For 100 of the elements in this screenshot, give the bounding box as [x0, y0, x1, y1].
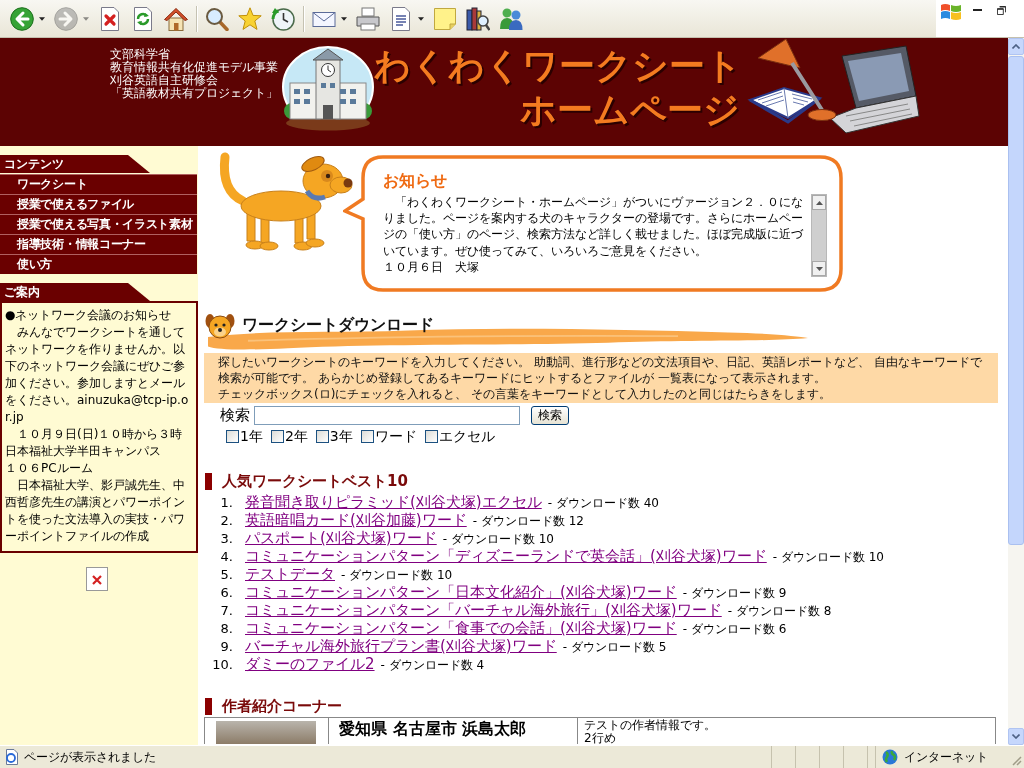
restore-icon: [996, 5, 1006, 15]
status-text: ページが表示されました: [24, 749, 156, 765]
down-arrow-icon: [815, 266, 823, 271]
worksheet-link[interactable]: パスポート(刈谷犬塚)ワード: [245, 529, 437, 547]
checkbox-label: 3年: [329, 428, 353, 445]
search-field[interactable]: [254, 405, 520, 425]
sidebar-heading: コンテンツ: [0, 155, 150, 173]
document-icon: [389, 6, 413, 31]
heading-marker-icon: [205, 473, 212, 490]
scroll-thumb[interactable]: [1008, 56, 1024, 545]
list-number: 3.: [219, 530, 233, 548]
info-paragraph: １０月９日(日)１０時から３時: [16, 426, 184, 443]
scroll-down-button[interactable]: [1008, 728, 1024, 745]
download-count: - ダウンロード数 12: [472, 513, 584, 530]
dog-face-icon: [205, 312, 235, 340]
list-number: 5.: [219, 566, 233, 584]
two-people-icon: [499, 6, 523, 31]
notice-title: お知らせ: [383, 170, 447, 191]
checkbox[interactable]: [424, 430, 438, 443]
house-icon: [164, 6, 188, 31]
download-count: - ダウンロード数 40: [547, 495, 659, 512]
clock-icon: [271, 6, 295, 31]
list-number: 8.: [219, 620, 233, 638]
worksheet-link[interactable]: コミュニケーションパターン「日本文化紹介」(刈谷犬塚)ワード: [245, 583, 677, 601]
up-arrow-icon: [815, 200, 823, 205]
search-label: 検索: [220, 406, 250, 424]
windows-flag-icon: [940, 2, 962, 22]
download-count: - ダウンロード数 4: [380, 657, 485, 674]
list-number: 2.: [219, 512, 233, 530]
sidebar-menu-item[interactable]: 授業で使えるファイル: [0, 194, 197, 214]
download-count: - ダウンロード数 6: [682, 621, 787, 638]
instructions-text: チェックボックス(ロ)にチェックを入れると、 その言葉をキーワードとして入力したのと同じはたらきをします。: [218, 386, 833, 402]
organization-text: 文部科学省 教育情報共有化促進モデル事業 刈谷英語自主研修会 「英語教材共有プロジェクト」: [110, 48, 279, 100]
worksheet-link[interactable]: ダミーのファイル2: [245, 655, 375, 673]
dropdown-caret-icon: [39, 16, 45, 21]
worksheet-link[interactable]: テストデータ: [245, 565, 335, 583]
printer-icon: [356, 6, 380, 31]
checkbox[interactable]: [360, 430, 374, 443]
checkbox-label: 1年: [240, 428, 263, 445]
heading-marker-icon: [205, 698, 212, 715]
worksheet-link[interactable]: 発音聞き取りピラミッド(刈谷犬塚)エクセル: [245, 493, 542, 511]
list-number: 1.: [219, 494, 233, 512]
instructions-text: 探したいワークシートのキーワードを入力してください。 助動詞、進行形などの文法項目や、日記、英語レポートなど、 自由なキーワードで検索が可能です。 あらかじめ登録してあるキーワードにヒットするとファイルが 一覧表になって表示されます。: [218, 354, 983, 386]
info-paragraph: 日本福祉大学半田キャンパス: [5, 443, 162, 460]
download-count: - ダウンロード数 8: [727, 603, 832, 620]
section-heading: ワークシートダウンロード: [242, 315, 434, 335]
section-heading: 作者紹介コーナー: [222, 697, 342, 716]
checkbox[interactable]: [226, 430, 239, 443]
notice-signature: １０月６日 犬塚: [383, 258, 480, 275]
info-paragraph: ●ネットワーク会議のお知らせ: [5, 307, 173, 324]
author-info: テストの作者情報です。 2行め: [583, 718, 717, 744]
checkbox-label: エクセル: [438, 428, 495, 445]
download-count: - ダウンロード数 5: [562, 639, 667, 656]
info-paragraph: 日本福祉大学、影戸誠先生、中西哲彦先生の講演とパワーポイントを使った文法導入の実技・パワーポイントファイルの作成: [5, 477, 186, 545]
list-number: 6.: [219, 584, 233, 602]
refresh-icon: [131, 6, 155, 31]
broken-image-icon: [86, 567, 108, 591]
worksheet-link[interactable]: バーチャル海外旅行プラン書(刈谷犬塚)ワード: [245, 637, 557, 655]
minimize-icon: [972, 8, 982, 12]
sidebar-menu-item[interactable]: 指導技術・情報コーナー: [0, 234, 197, 254]
sticky-note-icon: [433, 6, 457, 31]
sidebar-heading: ご案内: [0, 283, 150, 301]
list-number: 7.: [219, 602, 233, 620]
search-button[interactable]: 検索: [531, 405, 569, 425]
section-heading: 人気ワークシートベスト10: [222, 472, 408, 491]
site-title: わくわくワークシート ホームページ: [374, 44, 740, 132]
page-icon: [4, 749, 20, 765]
worksheet-link[interactable]: 英語暗唱カード(刈谷加藤)ワード: [245, 511, 467, 529]
scroll-down-button[interactable]: [812, 261, 826, 276]
page-cross-icon: [98, 6, 122, 31]
sidebar-menu-item[interactable]: 授業で使える写真・イラスト素材: [0, 214, 197, 234]
worksheet-link[interactable]: コミュニケーションパターン「ディズニーランドで英会話」(刈谷犬塚)ワード: [245, 547, 767, 565]
download-count: - ダウンロード数 10: [442, 531, 554, 548]
dropdown-caret-icon: [83, 16, 89, 21]
search-icon: [205, 6, 229, 31]
scroll-up-button[interactable]: [812, 195, 826, 210]
sidebar-menu-item[interactable]: ワークシート: [0, 174, 197, 194]
list-number: 9.: [219, 638, 233, 656]
checkbox-label: 2年: [284, 428, 308, 445]
page-scrollbar[interactable]: [1008, 38, 1024, 745]
download-count: - ダウンロード数 10: [341, 567, 453, 584]
checkbox[interactable]: [270, 430, 284, 443]
scrollbar[interactable]: [811, 194, 827, 277]
dropdown-caret-icon: [418, 16, 424, 21]
list-number: 4.: [219, 548, 233, 566]
books-magnifier-icon: [466, 6, 490, 31]
resize-grip-icon: [1010, 754, 1022, 766]
list-number: 10.: [211, 656, 233, 674]
zone-text: インターネット: [904, 749, 988, 765]
checkbox-label: ワード: [374, 428, 417, 445]
worksheet-link[interactable]: コミュニケーションパターン「バーチャル海外旅行」(刈谷犬塚)ワード: [245, 601, 722, 619]
scroll-up-button[interactable]: [1008, 38, 1024, 55]
checkbox[interactable]: [315, 430, 329, 443]
info-paragraph: みんなでワークシートを通してネットワークを作りませんか。以下のネットワーク会議にぜひご参加ください。参加しますとメールをください。ainuzuka@tcp-ip.or.jp: [5, 324, 190, 426]
dropdown-caret-icon: [341, 16, 347, 21]
notice-text: 「わくわくワークシート・ホームページ」がついにヴァージョン２．０になりました。ページを案内する犬のキャラクターの登場です。さらにホームページの「使い方」のページ、検索方法など詳しく載せました。ほぼ完成版に近づいています。ぜひ使ってみて、いろいろご意見をください。: [383, 194, 804, 259]
sidebar-menu-item[interactable]: 使い方: [0, 254, 197, 274]
download-count: - ダウンロード数 10: [772, 549, 884, 566]
globe-icon: [882, 749, 898, 765]
worksheet-link[interactable]: コミュニケーションパターン「食事での会話」(刈谷犬塚)ワード: [245, 619, 677, 637]
